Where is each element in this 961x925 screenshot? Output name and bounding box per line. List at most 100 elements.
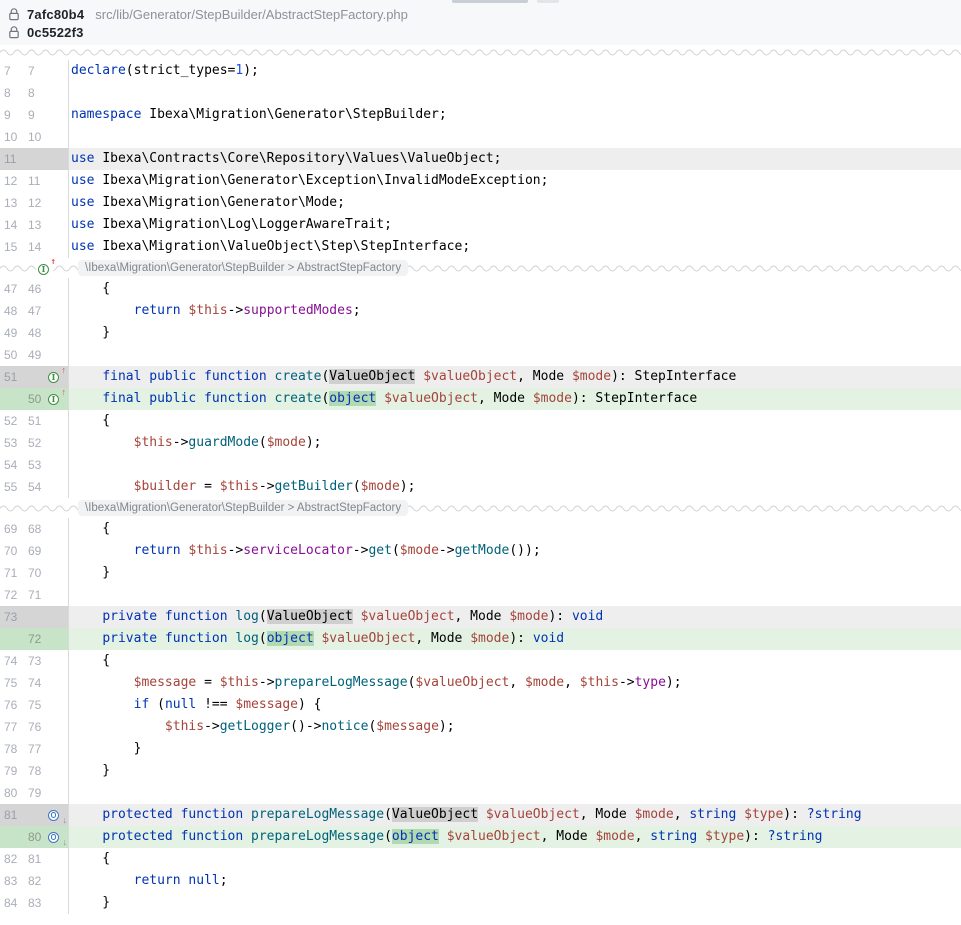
diff-line: 99namespace Ibexa\Migration\Generator\St… — [0, 104, 961, 126]
diff-line: 5554 $builder = $this->getBuilder($mode)… — [0, 476, 961, 498]
code-line[interactable] — [69, 126, 961, 148]
implementing-method-icon[interactable]: I↑ — [38, 263, 51, 276]
diff-line-deleted: 73 private function log(ValueObject $val… — [0, 606, 961, 628]
collapsed-region-separator[interactable]: I↑ \Ibexa\Migration\Generator\StepBuilder… — [0, 258, 961, 278]
old-line-number — [0, 388, 24, 410]
code-line[interactable]: protected function prepareLogMessage(obj… — [69, 826, 961, 848]
separator-icon-holder: I↑ — [36, 261, 53, 276]
collapsed-region-separator[interactable]: \Ibexa\Migration\Generator\StepBuilder >… — [0, 498, 961, 518]
code-line[interactable]: private function log(ValueObject $valueO… — [69, 606, 961, 628]
code-line[interactable]: use Ibexa\Migration\Generator\Exception\… — [69, 170, 961, 192]
code-line[interactable]: $message = $this->prepareLogMessage($val… — [69, 672, 961, 694]
code-line[interactable]: declare(strict_types=1); — [69, 60, 961, 82]
new-line-number: 79 — [24, 782, 48, 804]
code-line[interactable] — [69, 82, 961, 104]
lock-icon — [8, 26, 20, 39]
diff-line: 7271 — [0, 584, 961, 606]
diff-header: 7afc80b4 src/lib/Generator/StepBuilder/A… — [0, 0, 961, 45]
line-number-gutter: 11 — [0, 148, 69, 170]
code-line[interactable]: namespace Ibexa\Migration\Generator\Step… — [69, 104, 961, 126]
line-number-gutter: 1413 — [0, 214, 69, 236]
new-line-number: 81 — [24, 848, 48, 870]
line-number-gutter: 7170 — [0, 562, 69, 584]
line-number-gutter: 73 — [0, 606, 69, 628]
old-line-number: 83 — [0, 870, 24, 892]
gutter-icon-slot — [48, 672, 68, 694]
old-line-number: 51 — [0, 366, 24, 388]
overriding-method-icon[interactable]: ↓ — [48, 809, 61, 822]
code-line[interactable]: private function log(object $valueObject… — [69, 628, 961, 650]
code-line[interactable]: return $this->supportedModes; — [69, 300, 961, 322]
old-line-number: 76 — [0, 694, 24, 716]
old-line-number: 78 — [0, 738, 24, 760]
code-line[interactable]: { — [69, 410, 961, 432]
old-line-number: 52 — [0, 410, 24, 432]
code-line[interactable]: protected function prepareLogMessage(Val… — [69, 804, 961, 826]
new-line-number: 52 — [24, 432, 48, 454]
new-line-number: 77 — [24, 738, 48, 760]
code-line[interactable]: } — [69, 322, 961, 344]
diff-line: 7574 $message = $this->prepareLogMessage… — [0, 672, 961, 694]
gutter-icon-slot — [48, 518, 68, 540]
code-line[interactable]: { — [69, 518, 961, 540]
diff-line: 4948 } — [0, 322, 961, 344]
code-line[interactable]: } — [69, 760, 961, 782]
code-line[interactable]: use Ibexa\Contracts\Core\Repository\Valu… — [69, 148, 961, 170]
line-number-gutter: 7271 — [0, 584, 69, 606]
new-line-number: 46 — [24, 278, 48, 300]
code-line[interactable]: return $this->serviceLocator->get($mode-… — [69, 540, 961, 562]
gutter-icon-slot: ↓ — [48, 826, 68, 848]
code-line[interactable]: } — [69, 892, 961, 914]
code-line[interactable] — [69, 344, 961, 366]
line-number-gutter: 7675 — [0, 694, 69, 716]
code-line[interactable]: $this->getLogger()->notice($message); — [69, 716, 961, 738]
diff-line: 7069 return $this->serviceLocator->get($… — [0, 540, 961, 562]
new-line-number: 68 — [24, 518, 48, 540]
code-line[interactable]: use Ibexa\Migration\Log\LoggerAwareTrait… — [69, 214, 961, 236]
new-line-number: 53 — [24, 454, 48, 476]
new-line-number: 83 — [24, 892, 48, 914]
code-line[interactable]: return null; — [69, 870, 961, 892]
code-line[interactable]: if (null !== $message) { — [69, 694, 961, 716]
old-line-number: 48 — [0, 300, 24, 322]
diff-line: 77declare(strict_types=1); — [0, 60, 961, 82]
gutter-icon-slot — [48, 476, 68, 498]
new-line-number: 12 — [24, 192, 48, 214]
new-line-number: 76 — [24, 716, 48, 738]
code-line[interactable] — [69, 584, 961, 606]
old-line-number: 8 — [0, 82, 24, 104]
code-line[interactable] — [69, 782, 961, 804]
code-line[interactable]: } — [69, 738, 961, 760]
old-line-number: 7 — [0, 60, 24, 82]
code-line[interactable]: { — [69, 278, 961, 300]
diff-line: 5049 — [0, 344, 961, 366]
gutter-icon-slot: I↑ — [48, 366, 68, 388]
file-path: src/lib/Generator/StepBuilder/AbstractSt… — [95, 7, 408, 22]
code-line[interactable] — [69, 454, 961, 476]
old-line-number — [0, 628, 24, 650]
code-line[interactable]: } — [69, 562, 961, 584]
diff-line: 1413use Ibexa\Migration\Log\LoggerAwareT… — [0, 214, 961, 236]
overriding-method-icon[interactable]: ↓ — [48, 831, 61, 844]
diff-editor[interactable]: 77declare(strict_types=1);8899namespace … — [0, 60, 961, 914]
line-number-gutter: 88 — [0, 82, 69, 104]
collapsed-region-separator — [0, 45, 961, 60]
line-number-gutter: 50I↑ — [0, 388, 69, 410]
gutter-icon-slot — [48, 584, 68, 606]
line-number-gutter: 77 — [0, 60, 69, 82]
old-line-number: 70 — [0, 540, 24, 562]
implementing-method-icon[interactable]: I↑ — [48, 371, 61, 384]
implementing-method-icon[interactable]: I↑ — [48, 393, 61, 406]
breadcrumb-label[interactable]: \Ibexa\Migration\Generator\StepBuilder >… — [78, 260, 408, 276]
code-line[interactable]: final public function create(object $val… — [69, 388, 961, 410]
line-number-gutter: 5251 — [0, 410, 69, 432]
code-line[interactable]: { — [69, 650, 961, 672]
code-line[interactable]: use Ibexa\Migration\ValueObject\Step\Ste… — [69, 236, 961, 258]
code-line[interactable]: $builder = $this->getBuilder($mode); — [69, 476, 961, 498]
code-line[interactable]: final public function create(ValueObject… — [69, 366, 961, 388]
old-line-number: 55 — [0, 476, 24, 498]
code-line[interactable]: use Ibexa\Migration\Generator\Mode; — [69, 192, 961, 214]
code-line[interactable]: { — [69, 848, 961, 870]
code-line[interactable]: $this->guardMode($mode); — [69, 432, 961, 454]
breadcrumb-label[interactable]: \Ibexa\Migration\Generator\StepBuilder >… — [78, 500, 408, 516]
